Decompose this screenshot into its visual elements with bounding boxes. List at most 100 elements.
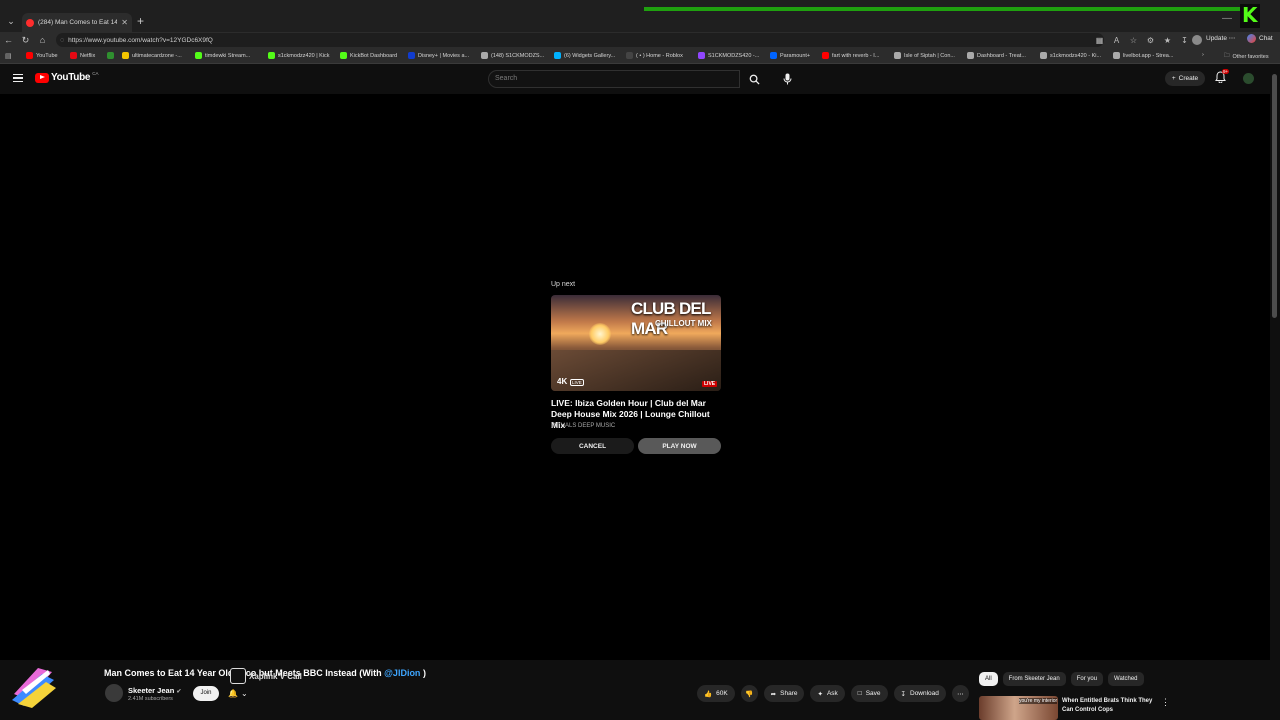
quality-label: 4K xyxy=(557,377,568,386)
bell-icon: 🔔 xyxy=(228,689,238,698)
search-button[interactable] xyxy=(740,70,768,88)
more-actions-button[interactable]: ⋯ xyxy=(951,685,969,702)
chip-for-you[interactable]: For you xyxy=(1070,672,1104,686)
reload-icon[interactable]: ↻ xyxy=(17,32,34,49)
new-tab-plus-icon[interactable]: + xyxy=(137,14,144,28)
load-progress-bar xyxy=(644,7,1240,11)
stream-overlay: Xaplink V Call xyxy=(230,668,315,684)
bookmark-favicon-icon xyxy=(107,52,114,59)
other-favorites-folder[interactable]: 🗀 Other favorites xyxy=(1224,52,1269,61)
bookmark-netflix[interactable]: Netflix xyxy=(70,52,95,59)
bookmark-favicon-icon xyxy=(122,52,129,59)
bookmark-kick-channel[interactable]: s1ckmodzz420 | Kick xyxy=(268,52,330,59)
channel-avatar[interactable] xyxy=(105,684,123,702)
dislike-button[interactable]: 👎 xyxy=(740,685,758,702)
notifications-button[interactable]: 9+ xyxy=(1215,69,1230,85)
bookmark-roblox[interactable]: ( • ) Home - Roblox xyxy=(626,52,683,59)
bookmark-dashboard[interactable]: Dashboard - Treat... xyxy=(967,52,1026,59)
youtube-logo[interactable]: YouTube CA xyxy=(35,71,98,83)
join-button[interactable]: Join xyxy=(193,686,219,701)
copilot-chat-button[interactable]: Chat xyxy=(1247,34,1273,43)
read-aloud-icon[interactable]: A xyxy=(1111,36,1122,45)
search-input[interactable]: Search xyxy=(488,70,740,88)
channel-name[interactable]: Skeeter Jean ✔ xyxy=(128,686,181,695)
page-scrollbar[interactable] xyxy=(1270,64,1280,720)
apps-icon[interactable]: ▦ xyxy=(1094,36,1105,45)
window-minimize-icon[interactable]: — xyxy=(1222,13,1232,24)
browser-tab-active[interactable]: (284) Man Comes to Eat 14 Year O ✕ xyxy=(22,13,132,32)
site-info-icon[interactable]: ◌ xyxy=(60,37,64,44)
bookmark-favicon-icon xyxy=(1113,52,1120,59)
create-button[interactable]: + Create xyxy=(1165,71,1205,86)
voice-search-button[interactable] xyxy=(778,70,796,88)
bookmark-favicon-icon xyxy=(770,52,777,59)
chip-from-channel[interactable]: From Skeeter Jean xyxy=(1002,672,1066,686)
chip-all[interactable]: All xyxy=(979,672,998,686)
more-dots-icon: ⋯ xyxy=(957,690,964,698)
bookmark-disney[interactable]: Disney+ | Movies a... xyxy=(408,52,469,59)
bookmark-favicon-icon xyxy=(408,52,415,59)
video-actions: 👍 60K 👎 ➦ Share ✦ Ask □ Save ↧ Download ⋯ xyxy=(697,685,969,702)
bookmarks-bar: ▤ YouTube Netflix ultimatecardzone -... … xyxy=(0,49,1280,64)
play-now-button[interactable]: PLAY NOW xyxy=(638,438,721,454)
ask-button[interactable]: ✦ Ask xyxy=(810,685,845,702)
notification-count-badge: 9+ xyxy=(1222,69,1230,74)
profile-avatar-icon[interactable] xyxy=(1192,35,1202,45)
bookmarks-menu-icon[interactable]: ▤ xyxy=(5,52,12,60)
bookmark-favicon-icon xyxy=(268,52,275,59)
bookmark-isle-of-siptah[interactable]: Isle of Siptah | Con... xyxy=(894,52,955,59)
url-bar[interactable]: ◌ https://www.youtube.com/watch?v=12YGDc… xyxy=(56,33,1104,47)
guide-menu-icon[interactable] xyxy=(13,74,23,82)
bookmark-paramount[interactable]: Paramount+ xyxy=(770,52,810,59)
bookmark-timdewki[interactable]: timdewki Stream... xyxy=(195,52,250,59)
home-icon[interactable]: ⌂ xyxy=(34,32,51,49)
bookmark-kickbot[interactable]: KickBot Dashboard xyxy=(340,52,397,59)
recommendation-filter-chips: All From Skeeter Jean For you Watched xyxy=(979,672,1144,686)
recommended-video-thumbnail[interactable]: you're my interior xyxy=(979,696,1058,720)
bookmark-youtube[interactable]: YouTube xyxy=(26,52,58,59)
plus-icon: + xyxy=(1171,75,1176,82)
cancel-autoplay-button[interactable]: CANCEL xyxy=(551,438,634,454)
bookmark-widgets[interactable]: (6) Widgets Gallery... xyxy=(554,52,615,59)
recommendation-menu-icon[interactable]: ⋮ xyxy=(1161,697,1170,708)
bookmark-ultimatecardzone[interactable]: ultimatecardzone -... xyxy=(122,52,182,59)
youtube-favicon-icon xyxy=(26,18,34,27)
bookmark-fart-reverb[interactable]: fart with reverb - I... xyxy=(822,52,879,59)
bookmarks-overflow-chevron-icon[interactable]: › xyxy=(1202,52,1204,58)
bookmark-favicon-icon xyxy=(822,52,829,59)
scrollbar-thumb[interactable] xyxy=(1272,74,1277,318)
sparkle-icon: ✦ xyxy=(817,690,823,698)
update-button[interactable]: Update ⋯ xyxy=(1206,34,1235,42)
mention-link[interactable]: @JlDion xyxy=(384,668,420,678)
back-arrow-icon[interactable]: ← xyxy=(0,32,17,49)
recommended-video-title[interactable]: When Entitled Brats Think They Can Contr… xyxy=(1062,697,1158,715)
copilot-icon xyxy=(1247,34,1256,43)
sunset-graphic xyxy=(589,323,611,345)
save-button[interactable]: □ Save xyxy=(850,685,888,702)
bookmark-favicon-icon xyxy=(481,52,488,59)
like-button[interactable]: 👍 60K xyxy=(697,685,735,702)
bookmark-s1ckmodzs[interactable]: (148) S1CKMODZS... xyxy=(481,52,544,59)
bookmark-s1ckmodzs-kick[interactable]: s1ckmodzs420 - Ki... xyxy=(1040,52,1101,59)
live-badge: LIVE xyxy=(702,381,718,387)
tab-list-chevron-icon[interactable]: ⌄ xyxy=(4,14,18,28)
favorites-icon[interactable]: ★ xyxy=(1162,36,1173,45)
downloads-icon[interactable]: ↧ xyxy=(1179,36,1190,45)
bookmark-favicon-icon xyxy=(626,52,633,59)
youtube-play-icon xyxy=(35,72,49,83)
url-text: https://www.youtube.com/watch?v=12YGDc6X… xyxy=(68,36,213,44)
bookmark-icon-only[interactable] xyxy=(107,52,114,59)
chip-watched[interactable]: Watched xyxy=(1108,672,1144,686)
tab-close-icon[interactable]: ✕ xyxy=(121,18,128,27)
up-next-thumbnail[interactable]: CLUB DEL MAR CHILLOUT MIX 4K LIVE LIVE xyxy=(551,295,721,391)
download-button[interactable]: ↧ Download xyxy=(893,685,946,702)
share-button[interactable]: ➦ Share xyxy=(763,685,805,702)
live-pill: LIVE xyxy=(570,379,584,386)
extensions-icon[interactable]: ⚙ xyxy=(1145,36,1156,45)
favorite-star-icon[interactable]: ☆ xyxy=(1128,36,1139,45)
bookmark-twitch[interactable]: S1CKMODZS420 -... xyxy=(698,52,759,59)
bookmark-favicon-icon xyxy=(554,52,561,59)
subscription-bell-dropdown[interactable]: 🔔 ⌄ xyxy=(228,686,256,701)
account-avatar[interactable] xyxy=(1243,73,1254,84)
bookmark-livelbot[interactable]: livelbot.app - Strea... xyxy=(1113,52,1173,59)
